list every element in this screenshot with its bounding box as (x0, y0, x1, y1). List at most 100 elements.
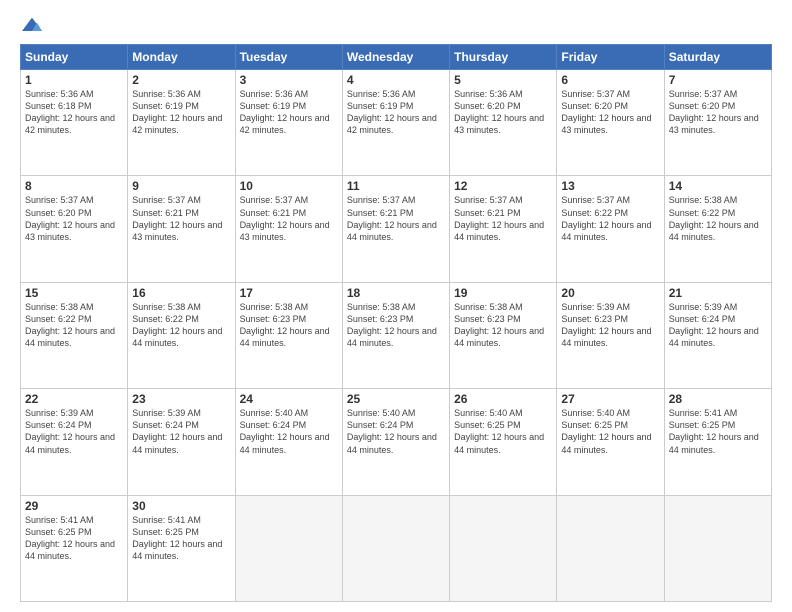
day-number: 16 (132, 286, 230, 300)
calendar-cell: 25Sunrise: 5:40 AMSunset: 6:24 PMDayligh… (342, 389, 449, 495)
day-info: Sunrise: 5:38 AMSunset: 6:23 PMDaylight:… (347, 302, 437, 348)
logo-icon (20, 16, 44, 36)
day-number: 5 (454, 73, 552, 87)
day-info: Sunrise: 5:39 AMSunset: 6:24 PMDaylight:… (132, 408, 222, 454)
day-info: Sunrise: 5:38 AMSunset: 6:23 PMDaylight:… (454, 302, 544, 348)
day-info: Sunrise: 5:36 AMSunset: 6:20 PMDaylight:… (454, 89, 544, 135)
calendar-cell: 7 Sunrise: 5:37 AMSunset: 6:20 PMDaylight… (664, 70, 771, 176)
calendar-cell: 1 Sunrise: 5:36 AMSunset: 6:18 PMDaylight… (21, 70, 128, 176)
calendar-cell: 6Sunrise: 5:37 AMSunset: 6:20 PMDaylight… (557, 70, 664, 176)
calendar-week-5: 29 Sunrise: 5:41 AMSunset: 6:25 PMDayligh… (21, 495, 772, 601)
day-info: Sunrise: 5:36 AMSunset: 6:18 PMDaylight:… (25, 89, 115, 135)
calendar-cell (235, 495, 342, 601)
day-info: Sunrise: 5:36 AMSunset: 6:19 PMDaylight:… (347, 89, 437, 135)
day-info: Sunrise: 5:38 AMSunset: 6:22 PMDaylight:… (25, 302, 115, 348)
calendar-cell: 13Sunrise: 5:37 AMSunset: 6:22 PMDayligh… (557, 176, 664, 282)
calendar-cell: 18 Sunrise: 5:38 AMSunset: 6:23 PMDayligh… (342, 282, 449, 388)
calendar-cell: 14 Sunrise: 5:38 AMSunset: 6:22 PMDayligh… (664, 176, 771, 282)
day-number: 10 (240, 179, 338, 193)
day-number: 14 (669, 179, 767, 193)
day-number: 18 (347, 286, 445, 300)
calendar-cell (450, 495, 557, 601)
calendar-cell: 5 Sunrise: 5:36 AMSunset: 6:20 PMDaylight… (450, 70, 557, 176)
day-number: 20 (561, 286, 659, 300)
day-number: 11 (347, 179, 445, 193)
day-info: Sunrise: 5:40 AMSunset: 6:24 PMDaylight:… (240, 408, 330, 454)
day-number: 27 (561, 392, 659, 406)
day-number: 9 (132, 179, 230, 193)
calendar-cell: 3Sunrise: 5:36 AMSunset: 6:19 PMDaylight… (235, 70, 342, 176)
calendar-cell: 26 Sunrise: 5:40 AMSunset: 6:25 PMDayligh… (450, 389, 557, 495)
day-info: Sunrise: 5:40 AMSunset: 6:25 PMDaylight:… (454, 408, 544, 454)
weekday-header-thursday: Thursday (450, 45, 557, 70)
day-info: Sunrise: 5:37 AMSunset: 6:21 PMDaylight:… (454, 195, 544, 241)
day-number: 26 (454, 392, 552, 406)
day-number: 15 (25, 286, 123, 300)
day-number: 19 (454, 286, 552, 300)
day-info: Sunrise: 5:37 AMSunset: 6:20 PMDaylight:… (25, 195, 115, 241)
calendar-cell (557, 495, 664, 601)
header (20, 16, 772, 36)
day-info: Sunrise: 5:39 AMSunset: 6:24 PMDaylight:… (25, 408, 115, 454)
day-number: 22 (25, 392, 123, 406)
day-number: 21 (669, 286, 767, 300)
calendar-cell: 4 Sunrise: 5:36 AMSunset: 6:19 PMDaylight… (342, 70, 449, 176)
weekday-header-wednesday: Wednesday (342, 45, 449, 70)
day-info: Sunrise: 5:36 AMSunset: 6:19 PMDaylight:… (132, 89, 222, 135)
calendar-cell: 19 Sunrise: 5:38 AMSunset: 6:23 PMDayligh… (450, 282, 557, 388)
day-info: Sunrise: 5:39 AMSunset: 6:24 PMDaylight:… (669, 302, 759, 348)
day-info: Sunrise: 5:37 AMSunset: 6:20 PMDaylight:… (561, 89, 651, 135)
day-info: Sunrise: 5:37 AMSunset: 6:21 PMDaylight:… (132, 195, 222, 241)
day-number: 13 (561, 179, 659, 193)
day-number: 17 (240, 286, 338, 300)
day-info: Sunrise: 5:37 AMSunset: 6:21 PMDaylight:… (240, 195, 330, 241)
day-info: Sunrise: 5:41 AMSunset: 6:25 PMDaylight:… (669, 408, 759, 454)
weekday-header-monday: Monday (128, 45, 235, 70)
day-number: 1 (25, 73, 123, 87)
day-info: Sunrise: 5:41 AMSunset: 6:25 PMDaylight:… (132, 515, 222, 561)
day-number: 8 (25, 179, 123, 193)
day-info: Sunrise: 5:38 AMSunset: 6:22 PMDaylight:… (669, 195, 759, 241)
day-info: Sunrise: 5:38 AMSunset: 6:23 PMDaylight:… (240, 302, 330, 348)
day-number: 24 (240, 392, 338, 406)
calendar-week-1: 1 Sunrise: 5:36 AMSunset: 6:18 PMDaylight… (21, 70, 772, 176)
calendar-week-4: 22 Sunrise: 5:39 AMSunset: 6:24 PMDayligh… (21, 389, 772, 495)
day-info: Sunrise: 5:41 AMSunset: 6:25 PMDaylight:… (25, 515, 115, 561)
day-number: 4 (347, 73, 445, 87)
day-info: Sunrise: 5:37 AMSunset: 6:20 PMDaylight:… (669, 89, 759, 135)
calendar-cell (342, 495, 449, 601)
calendar-week-2: 8 Sunrise: 5:37 AMSunset: 6:20 PMDaylight… (21, 176, 772, 282)
calendar-cell: 9 Sunrise: 5:37 AMSunset: 6:21 PMDaylight… (128, 176, 235, 282)
calendar-table: SundayMondayTuesdayWednesdayThursdayFrid… (20, 44, 772, 602)
day-number: 28 (669, 392, 767, 406)
calendar-cell: 2 Sunrise: 5:36 AMSunset: 6:19 PMDaylight… (128, 70, 235, 176)
day-number: 2 (132, 73, 230, 87)
calendar-cell: 29 Sunrise: 5:41 AMSunset: 6:25 PMDayligh… (21, 495, 128, 601)
calendar-cell: 17 Sunrise: 5:38 AMSunset: 6:23 PMDayligh… (235, 282, 342, 388)
calendar-cell: 30 Sunrise: 5:41 AMSunset: 6:25 PMDayligh… (128, 495, 235, 601)
weekday-header-friday: Friday (557, 45, 664, 70)
weekday-header-saturday: Saturday (664, 45, 771, 70)
day-number: 30 (132, 499, 230, 513)
calendar-page: SundayMondayTuesdayWednesdayThursdayFrid… (0, 0, 792, 612)
day-number: 12 (454, 179, 552, 193)
calendar-cell: 24 Sunrise: 5:40 AMSunset: 6:24 PMDayligh… (235, 389, 342, 495)
calendar-cell: 15 Sunrise: 5:38 AMSunset: 6:22 PMDayligh… (21, 282, 128, 388)
calendar-cell: 10 Sunrise: 5:37 AMSunset: 6:21 PMDayligh… (235, 176, 342, 282)
calendar-cell: 8 Sunrise: 5:37 AMSunset: 6:20 PMDaylight… (21, 176, 128, 282)
calendar-cell: 12 Sunrise: 5:37 AMSunset: 6:21 PMDayligh… (450, 176, 557, 282)
calendar-cell (664, 495, 771, 601)
day-info: Sunrise: 5:38 AMSunset: 6:22 PMDaylight:… (132, 302, 222, 348)
day-number: 7 (669, 73, 767, 87)
day-info: Sunrise: 5:40 AMSunset: 6:24 PMDaylight:… (347, 408, 437, 454)
calendar-cell: 11Sunrise: 5:37 AMSunset: 6:21 PMDayligh… (342, 176, 449, 282)
day-info: Sunrise: 5:39 AMSunset: 6:23 PMDaylight:… (561, 302, 651, 348)
calendar-cell: 22 Sunrise: 5:39 AMSunset: 6:24 PMDayligh… (21, 389, 128, 495)
calendar-week-3: 15 Sunrise: 5:38 AMSunset: 6:22 PMDayligh… (21, 282, 772, 388)
calendar-cell: 23 Sunrise: 5:39 AMSunset: 6:24 PMDayligh… (128, 389, 235, 495)
day-number: 23 (132, 392, 230, 406)
day-info: Sunrise: 5:36 AMSunset: 6:19 PMDaylight:… (240, 89, 330, 135)
day-info: Sunrise: 5:40 AMSunset: 6:25 PMDaylight:… (561, 408, 651, 454)
weekday-header-sunday: Sunday (21, 45, 128, 70)
day-number: 29 (25, 499, 123, 513)
